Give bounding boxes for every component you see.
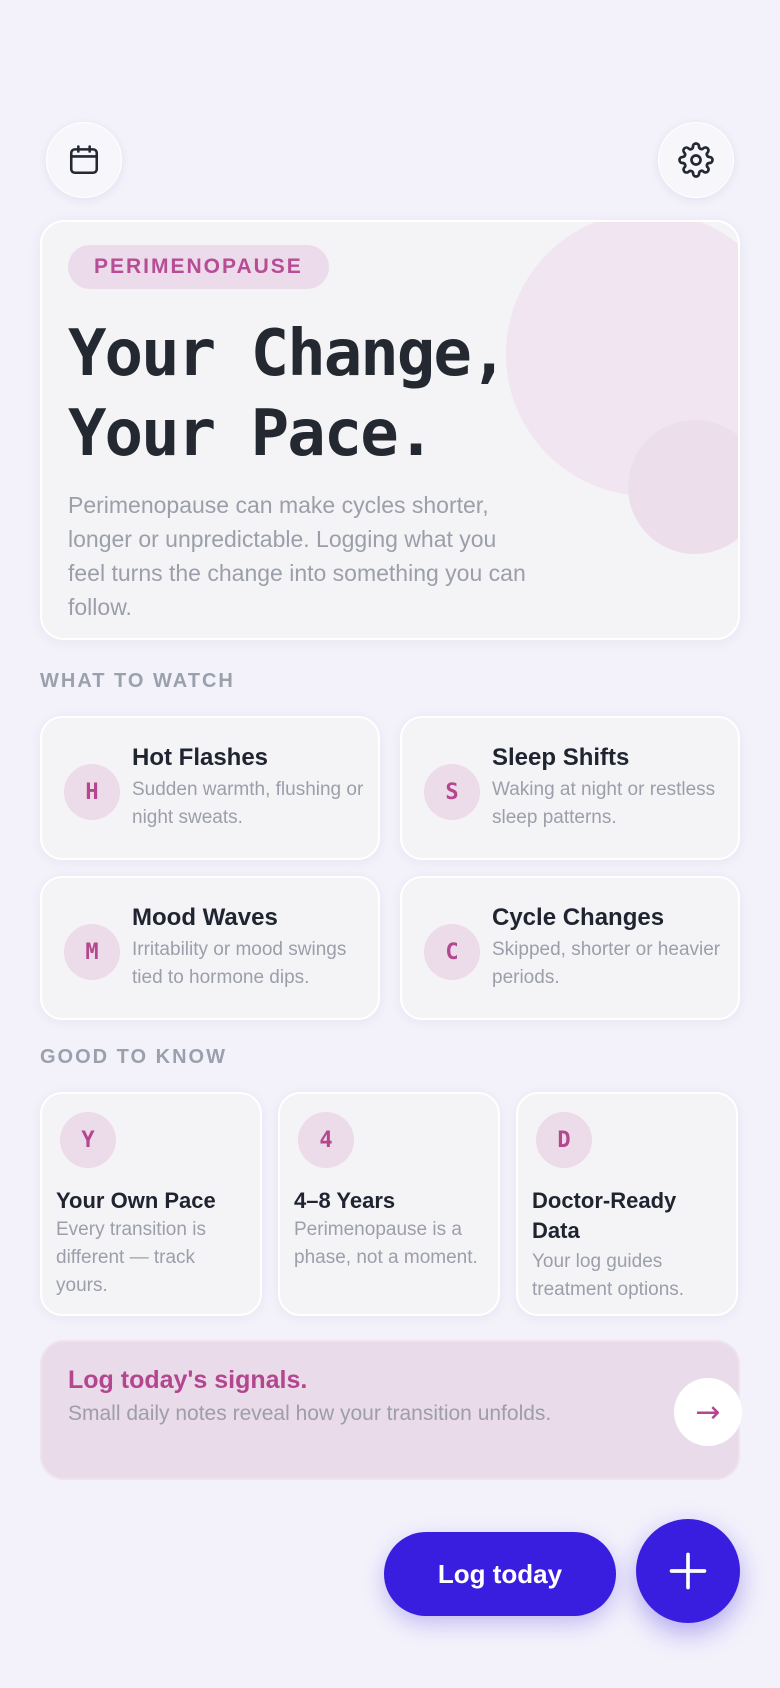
info-card-years[interactable]: 4 4–8 Years Perimenopause is a phase, no… — [278, 1092, 500, 1316]
info-title: Your Own Pace — [56, 1188, 216, 1213]
symptom-title: Mood Waves — [132, 904, 278, 931]
info-card-doctor-data[interactable]: D Doctor-Ready Data Your log guides trea… — [516, 1092, 738, 1316]
years-letter-icon: 4 — [298, 1112, 354, 1168]
banner-subtitle: Small daily notes reveal how your transi… — [68, 1402, 552, 1425]
add-entry-button[interactable] — [636, 1519, 740, 1623]
banner-title: Log today's signals. — [68, 1366, 308, 1394]
gear-icon — [678, 142, 714, 178]
info-description: Every transition is different — track yo… — [56, 1219, 206, 1296]
calendar-icon — [69, 145, 99, 175]
section-label-what-to-watch: WHAT TO WATCH — [40, 670, 235, 692]
hero-card: PERIMENOPAUSE Your Change, Your Pace. Pe… — [40, 220, 740, 640]
arrow-right-icon[interactable]: → — [674, 1378, 742, 1446]
log-signals-banner[interactable]: Log today's signals. Small daily notes r… — [40, 1340, 742, 1480]
calendar-button[interactable] — [46, 122, 122, 198]
doctor-data-letter-icon: D — [536, 1112, 592, 1168]
cycle-changes-letter-icon: C — [424, 924, 480, 980]
info-description: Perimenopause is a phase, not a moment. — [294, 1219, 478, 1268]
symptom-title: Cycle Changes — [492, 904, 665, 931]
page-title-line-1: Your Change, — [68, 317, 508, 391]
info-title: Doctor-Ready Data — [532, 1188, 677, 1243]
symptom-card-mood-waves[interactable]: M Mood Waves Irritability or mood swings… — [40, 876, 380, 1020]
symptom-description: Skipped, shorter or heavier periods. — [492, 939, 721, 988]
own-pace-letter-icon: Y — [60, 1112, 116, 1168]
mood-waves-letter-icon: M — [64, 924, 120, 980]
symptom-title: Hot Flashes — [132, 744, 269, 771]
page-title-line-2: Your Pace. — [68, 397, 435, 471]
log-today-button[interactable]: Log today — [384, 1532, 616, 1616]
settings-button[interactable] — [658, 122, 734, 198]
section-label-good-to-know: GOOD TO KNOW — [40, 1046, 227, 1068]
symptom-title: Sleep Shifts — [492, 744, 630, 771]
symptom-card-cycle-changes[interactable]: C Cycle Changes Skipped, shorter or heav… — [400, 876, 740, 1020]
info-title: 4–8 Years — [294, 1188, 396, 1213]
sleep-shifts-letter-icon: S — [424, 764, 480, 820]
symptom-card-sleep-shifts[interactable]: S Sleep Shifts Waking at night or restle… — [400, 716, 740, 860]
info-description: Your log guides treatment options. — [532, 1251, 685, 1300]
plus-icon — [669, 1552, 707, 1590]
info-card-own-pace[interactable]: Y Your Own Pace Every transition is diff… — [40, 1092, 262, 1316]
hero-description: Perimenopause can make cycles shorter, l… — [68, 492, 526, 620]
symptom-description: Irritability or mood swings tied to horm… — [132, 939, 347, 988]
page-title: Your Change, Your Pace. — [68, 314, 628, 474]
symptom-description: Waking at night or restless sleep patter… — [492, 779, 716, 828]
symptom-card-hot-flashes[interactable]: H Hot Flashes Sudden warmth, flushing or… — [40, 716, 380, 860]
symptom-description: Sudden warmth, flushing or night sweats. — [132, 779, 364, 828]
phase-badge: PERIMENOPAUSE — [68, 245, 329, 289]
hot-flashes-letter-icon: H — [64, 764, 120, 820]
